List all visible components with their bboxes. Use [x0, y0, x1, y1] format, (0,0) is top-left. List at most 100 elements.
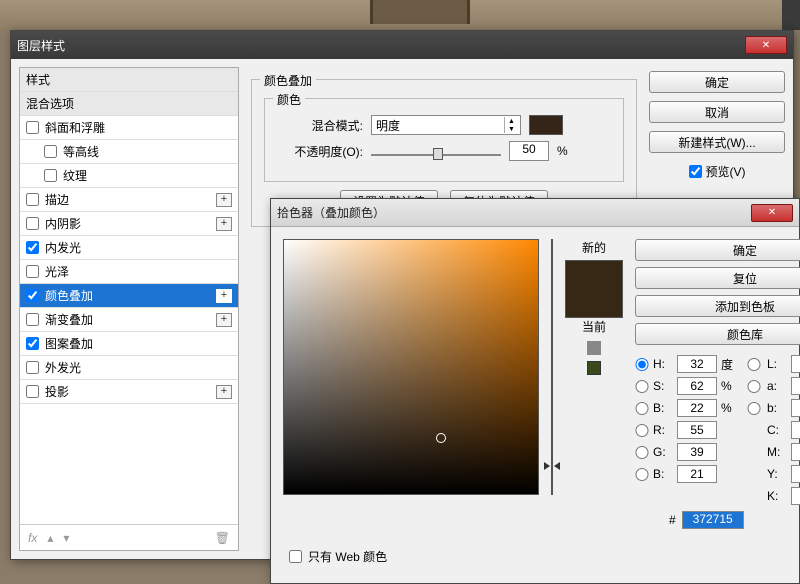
r-radio[interactable] [635, 424, 649, 437]
stroke-checkbox[interactable] [26, 193, 39, 206]
color-overlay-checkbox[interactable] [26, 289, 39, 302]
styles-header[interactable]: 样式 [20, 68, 238, 92]
contour-checkbox[interactable] [44, 145, 57, 158]
a-radio[interactable] [745, 380, 763, 393]
gradient-overlay-checkbox[interactable] [26, 313, 39, 326]
style-inner-shadow[interactable]: 内阴影+ [20, 212, 238, 236]
bc-radio[interactable] [635, 468, 649, 481]
a-input[interactable] [791, 377, 800, 395]
style-satin[interactable]: 光泽 [20, 260, 238, 284]
saturation-value-field[interactable] [283, 239, 539, 495]
layer-dialog-titlebar[interactable]: 图层样式 ✕ [11, 31, 793, 59]
inner-glow-checkbox[interactable] [26, 241, 39, 254]
add-swatch-button[interactable]: 添加到色板 [635, 295, 800, 317]
y-input[interactable] [791, 465, 800, 483]
chevron-down-icon: ▼ [504, 125, 518, 133]
picker-title: 拾色器（叠加颜色） [277, 204, 385, 221]
layer-dialog-title: 图层样式 [17, 37, 65, 54]
bl-input[interactable] [791, 399, 800, 417]
hex-input[interactable]: 372715 [682, 511, 744, 529]
m-input[interactable] [791, 443, 800, 461]
bc-input[interactable] [677, 465, 717, 483]
cancel-button[interactable]: 取消 [649, 101, 785, 123]
ruler-corner [782, 0, 800, 30]
pattern-overlay-checkbox[interactable] [26, 337, 39, 350]
preview-label: 预览(V) [706, 163, 746, 180]
down-arrow-icon[interactable]: ▾ [63, 531, 69, 545]
hue-slider[interactable] [551, 239, 553, 495]
trash-icon[interactable]: 🗑 [215, 531, 230, 545]
bevel-checkbox[interactable] [26, 121, 39, 134]
web-only-checkbox[interactable] [289, 550, 302, 563]
s-input[interactable] [677, 377, 717, 395]
h-radio[interactable] [635, 358, 649, 371]
l-input[interactable] [791, 355, 800, 373]
up-arrow-icon[interactable]: ▴ [47, 531, 53, 545]
s-radio[interactable] [635, 380, 649, 393]
style-gradient-overlay[interactable]: 渐变叠加+ [20, 308, 238, 332]
close-button[interactable]: ✕ [745, 36, 787, 54]
overlay-color-swatch[interactable] [529, 115, 563, 135]
hex-label: # [669, 513, 676, 527]
blend-options-row[interactable]: 混合选项 [20, 92, 238, 116]
current-color-swatch[interactable] [566, 289, 622, 317]
opacity-input[interactable]: 50 [509, 141, 549, 161]
style-texture[interactable]: 纹理 [20, 164, 238, 188]
drop-shadow-checkbox[interactable] [26, 385, 39, 398]
k-input[interactable] [791, 487, 800, 505]
styles-footer: fx ▴ ▾ 🗑 [20, 524, 238, 550]
new-label: 新的 [582, 239, 606, 256]
texture-checkbox[interactable] [44, 169, 57, 182]
new-color-swatch[interactable] [566, 261, 622, 289]
style-color-overlay[interactable]: 颜色叠加+ [20, 284, 238, 308]
new-style-button[interactable]: 新建样式(W)... [649, 131, 785, 153]
r-input[interactable] [677, 421, 717, 439]
close-button[interactable]: ✕ [751, 204, 793, 222]
chevron-up-icon: ▲ [504, 117, 518, 125]
blend-mode-select[interactable]: 明度 ▲▼ [371, 115, 521, 135]
add-icon[interactable]: + [216, 313, 232, 327]
style-stroke[interactable]: 描边+ [20, 188, 238, 212]
style-drop-shadow[interactable]: 投影+ [20, 380, 238, 404]
add-icon[interactable]: + [216, 193, 232, 207]
color-inner-group: 颜色 混合模式: 明度 ▲▼ 不透明度(O): [264, 98, 624, 182]
opacity-label: 不透明度(O): [277, 143, 363, 160]
add-icon[interactable]: + [216, 289, 232, 303]
picker-titlebar[interactable]: 拾色器（叠加颜色） ✕ [271, 199, 799, 227]
g-input[interactable] [677, 443, 717, 461]
g-radio[interactable] [635, 446, 649, 459]
opacity-slider[interactable] [371, 142, 501, 160]
c-input[interactable] [791, 421, 800, 439]
style-contour[interactable]: 等高线 [20, 140, 238, 164]
picker-ok-button[interactable]: 确定 [635, 239, 800, 261]
cube-icon[interactable] [587, 341, 601, 355]
satin-checkbox[interactable] [26, 265, 39, 278]
bh-radio[interactable] [635, 402, 649, 415]
style-pattern-overlay[interactable]: 图案叠加 [20, 332, 238, 356]
group-title: 颜色叠加 [260, 72, 316, 89]
ok-button[interactable]: 确定 [649, 71, 785, 93]
preview-checkbox[interactable] [689, 165, 702, 178]
picker-reset-button[interactable]: 复位 [635, 267, 800, 289]
add-icon[interactable]: + [216, 217, 232, 231]
color-compare [565, 260, 623, 318]
outer-glow-checkbox[interactable] [26, 361, 39, 374]
bl-radio[interactable] [745, 402, 763, 415]
sv-cursor-icon [436, 433, 446, 443]
hue-arrow-left-icon [544, 462, 550, 470]
bh-input[interactable] [677, 399, 717, 417]
inner-title: 颜色 [273, 91, 305, 108]
style-inner-glow[interactable]: 内发光 [20, 236, 238, 260]
style-outer-glow[interactable]: 外发光 [20, 356, 238, 380]
picker-right-panel: 确定 复位 添加到色板 颜色库 H:度 L: S:% a: B:% b: R: … [635, 239, 800, 571]
websafe-swatch-icon[interactable] [587, 361, 601, 375]
fx-icon[interactable]: fx [28, 531, 37, 545]
color-library-button[interactable]: 颜色库 [635, 323, 800, 345]
h-input[interactable] [677, 355, 717, 373]
l-radio[interactable] [745, 358, 763, 371]
blend-mode-label: 混合模式: [277, 117, 363, 134]
add-icon[interactable]: + [216, 385, 232, 399]
style-bevel[interactable]: 斜面和浮雕 [20, 116, 238, 140]
inner-shadow-checkbox[interactable] [26, 217, 39, 230]
color-picker-dialog: 拾色器（叠加颜色） ✕ 新的 当前 确定 复位 [270, 198, 800, 584]
